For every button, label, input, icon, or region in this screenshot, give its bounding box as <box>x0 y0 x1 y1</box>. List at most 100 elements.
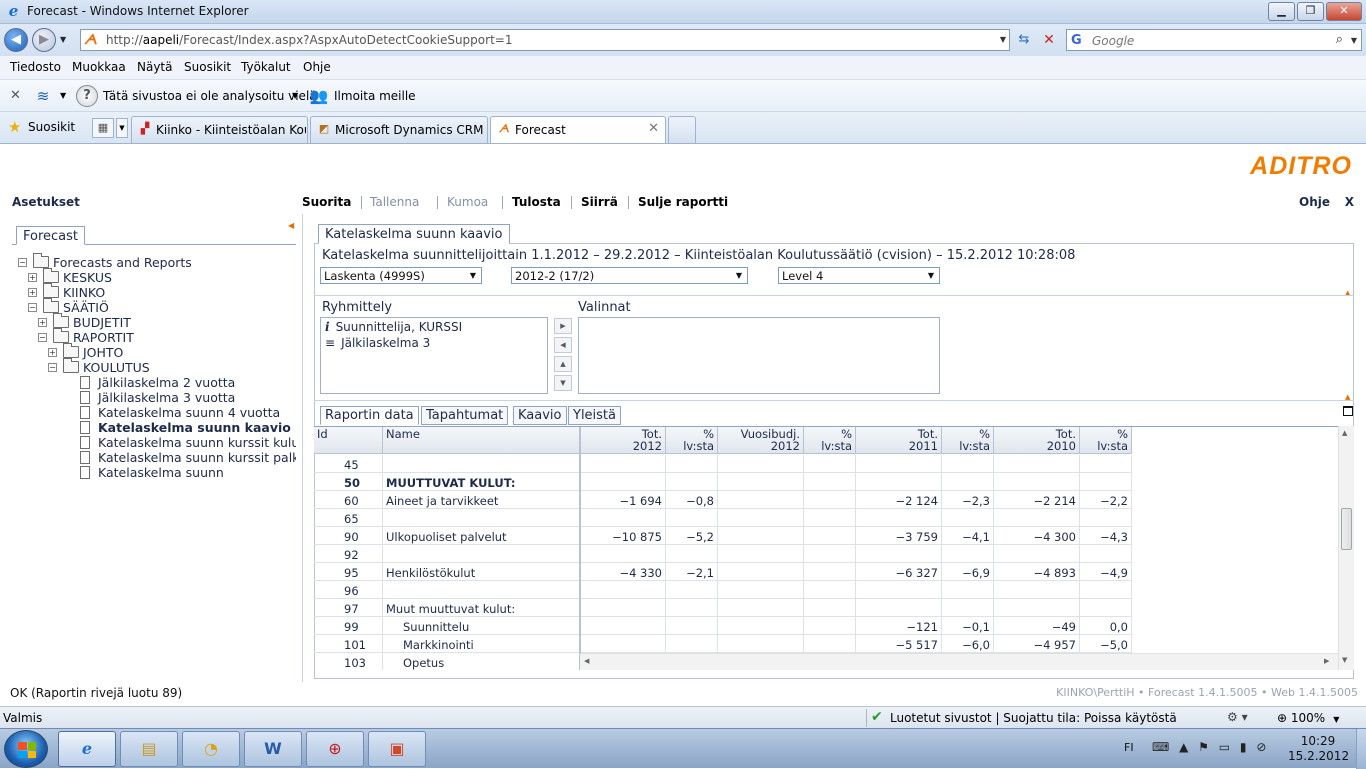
tab-report-data[interactable]: Raportin data <box>320 406 419 425</box>
column-header[interactable]: Id <box>314 427 383 454</box>
column-header[interactable]: Tot. 2010 <box>994 427 1080 454</box>
close-toolbar-icon[interactable]: ✕ <box>10 88 21 103</box>
period-select[interactable]: 2012-2 (17/2) ▼ <box>511 267 748 284</box>
table-row[interactable]: 92 <box>314 545 1340 563</box>
column-header[interactable]: % lv:sta <box>1080 427 1132 454</box>
tab-kiinko[interactable]: ▞ Kiinko - Kiinteistöalan Kou... <box>131 116 308 143</box>
protected-mode-icon[interactable]: ⚙ ▾ <box>1227 710 1248 724</box>
tree-node[interactable]: Katelaskelma suunn kurssit palkkat <box>12 450 296 465</box>
quick-tabs-icon[interactable]: ▦ <box>92 118 114 138</box>
column-header[interactable]: Name <box>383 427 580 454</box>
table-row[interactable]: 90 Ulkopuoliset palvelut −10 875 −5,2 −3 759… <box>314 527 1340 545</box>
maximize-button[interactable]: ❐ <box>1297 2 1324 21</box>
level-select[interactable]: Level 4 ▼ <box>778 267 940 284</box>
favorites-star-icon[interactable]: ★ <box>8 118 21 136</box>
tree-node[interactable]: Katelaskelma suunn 4 vuotta <box>12 405 296 420</box>
panel-splitter[interactable] <box>302 214 303 682</box>
menu-tyokalut[interactable]: Työkalut <box>241 60 291 74</box>
tab-list-dropdown[interactable]: ▼ <box>116 118 128 138</box>
favorites-button[interactable]: Suosikit <box>28 120 75 134</box>
print-button[interactable]: Tulosta <box>512 195 561 209</box>
stop-icon[interactable]: ✕ <box>1038 30 1060 50</box>
vertical-scrollbar[interactable]: ▲ ▼ <box>1338 426 1354 670</box>
taskbar-word-icon[interactable]: W <box>244 731 302 767</box>
maximize-grid-icon[interactable] <box>1343 406 1353 416</box>
tab-general[interactable]: Yleistä <box>568 406 621 425</box>
scroll-down-icon[interactable]: ▼ <box>1342 656 1347 664</box>
tree-node[interactable]: − RAPORTIT <box>12 328 296 345</box>
refresh-icon[interactable]: ⇆ <box>1013 30 1035 50</box>
recent-pages-dropdown[interactable]: ▼ <box>60 35 66 44</box>
list-item[interactable]: i Suunnittelija, KURSSI <box>325 320 462 334</box>
clock[interactable]: 10:29 15.2.2012 <box>1288 734 1349 764</box>
forward-button[interactable]: ▶ <box>32 28 56 52</box>
table-row[interactable]: 50 MUUTTUVAT KULUT: <box>314 473 1340 491</box>
table-row[interactable]: 96 <box>314 581 1340 599</box>
tree-node[interactable]: Katelaskelma suunn <box>12 465 296 480</box>
address-dropdown[interactable]: ▼ <box>1000 35 1006 44</box>
tree-node[interactable]: Katelaskelma suunn kurssit kuluryhmittäi… <box>12 435 296 450</box>
table-row[interactable]: 97 Muut muuttuvat kulut: <box>314 599 1340 617</box>
url-text[interactable]: http://aapeli/Forecast/Index.aspx?AspxAu… <box>106 33 512 47</box>
scroll-left-icon[interactable]: ◀ <box>584 657 589 665</box>
move-left-button[interactable]: ◀ <box>554 337 572 353</box>
menu-tiedosto[interactable]: Tiedosto <box>10 60 61 74</box>
search-icon[interactable]: ⌕ <box>1336 32 1343 47</box>
undo-button[interactable]: Kumoa <box>447 195 488 209</box>
tab-dynamics-crm[interactable]: ◩ Microsoft Dynamics CRM <box>310 116 488 143</box>
tree-node[interactable]: + JOHTO <box>12 343 296 360</box>
move-right-button[interactable]: ▶ <box>554 318 572 334</box>
taskbar-explorer-icon[interactable]: ▤ <box>120 731 178 767</box>
help-icon[interactable]: ? <box>76 85 98 107</box>
tab-chart[interactable]: Kaavio <box>513 406 567 425</box>
report-data-grid[interactable]: Id Name Tot. 2012% lv:sta Vuosibudj. 2012% lv:s… <box>314 426 1354 670</box>
scroll-right-icon[interactable]: ▶ <box>1324 657 1329 665</box>
table-row[interactable]: 45 <box>314 455 1340 473</box>
new-tab-button[interactable] <box>668 116 696 143</box>
feed-icon[interactable]: ≋ <box>32 85 54 107</box>
collapse-icon[interactable]: − <box>38 333 47 342</box>
security-zone[interactable]: Luotetut sivustot | Suojattu tila: Poiss… <box>890 711 1177 725</box>
close-window-button[interactable]: ✕ <box>1326 2 1362 21</box>
start-button[interactable] <box>4 730 48 768</box>
expand-icon[interactable]: + <box>28 288 37 297</box>
column-header[interactable]: Tot. 2011 <box>856 427 942 454</box>
tree-node[interactable]: − KOULUTUS <box>12 358 296 375</box>
expand-icon[interactable]: + <box>28 273 37 282</box>
selections-list[interactable] <box>578 317 940 394</box>
tree-node[interactable]: + KESKUS <box>12 268 296 285</box>
taskbar-ie-icon[interactable]: e <box>58 731 116 767</box>
search-box[interactable]: G Google ⌕ ▼ <box>1066 29 1362 51</box>
expand-icon[interactable]: + <box>48 348 57 357</box>
back-button[interactable]: ◀ <box>4 28 28 52</box>
table-row[interactable]: 99 Suunnittelu −121 −0,1 −49 0,0 <box>314 617 1340 635</box>
help-link[interactable]: Ohje <box>1299 195 1330 209</box>
taskbar-security-icon[interactable]: ⊕ <box>306 731 364 767</box>
grouping-list[interactable]: i Suunnittelija, KURSSI ≡ Jälkilaskelma 3 <box>320 317 548 394</box>
report-link[interactable]: Ilmoita meille <box>334 89 416 103</box>
search-dropdown[interactable]: ▼ <box>1351 36 1357 45</box>
table-row[interactable]: 101 Markkinointi −5 517 −6,0 −4 957 −5,0 <box>314 635 1340 653</box>
column-header[interactable]: Vuosibudj. 2012 <box>718 427 804 454</box>
close-app-button[interactable]: X <box>1345 195 1354 209</box>
analysis-status[interactable]: Tätä sivustoa ei ole analysoitu vielä <box>103 89 317 103</box>
report-tab[interactable]: Katelaskelma suunn kaavio <box>318 224 510 244</box>
collapse-icon[interactable]: − <box>48 363 57 372</box>
feed-dropdown[interactable]: ▼ <box>60 91 66 100</box>
expand-icon[interactable]: + <box>38 318 47 327</box>
taskbar-outlook-icon[interactable]: ◔ <box>182 731 240 767</box>
table-row[interactable]: 60 Aineet ja tarvikkeet −1 694 −0,8 −2 124 −2… <box>314 491 1340 509</box>
scroll-thumb[interactable] <box>1341 508 1352 550</box>
tree-node[interactable]: + KIINKO <box>12 283 296 300</box>
table-row[interactable]: 65 <box>314 509 1340 527</box>
menu-muokkaa[interactable]: Muokkaa <box>72 60 126 74</box>
tab-forecast[interactable]: ᗅ Forecast ✕ <box>490 116 666 143</box>
close-report-button[interactable]: Sulje raportti <box>638 195 728 209</box>
settings-link[interactable]: Asetukset <box>12 195 80 209</box>
menu-ohje[interactable]: Ohje <box>303 60 331 74</box>
close-tab-icon[interactable]: ✕ <box>648 121 659 136</box>
search-input[interactable]: Google <box>1092 34 1134 48</box>
horizontal-scrollbar[interactable]: ◀ ▶ <box>580 653 1338 670</box>
column-header[interactable]: % lv:sta <box>666 427 718 454</box>
tree-node[interactable]: Jälkilaskelma 3 vuotta <box>12 390 296 405</box>
